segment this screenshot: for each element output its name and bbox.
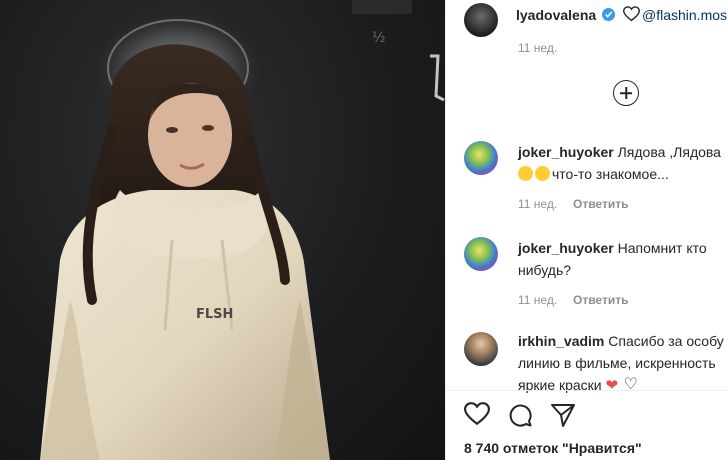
- comment-bubble-icon[interactable]: [507, 402, 533, 428]
- comment-body: Спасибо за особу: [608, 333, 724, 349]
- load-more-comments-button[interactable]: [613, 80, 639, 106]
- comment-avatar[interactable]: [464, 332, 498, 366]
- comment-username[interactable]: irkhin_vadim: [518, 333, 604, 349]
- thinking-face-emoji-icon: [535, 166, 550, 181]
- post-photo[interactable]: ½ FLSH: [0, 0, 445, 460]
- comment-body: Напомнит кто: [617, 240, 707, 256]
- heart-icon[interactable]: [463, 402, 491, 428]
- post-photo-illustration: ½ FLSH: [40, 0, 445, 460]
- owner-username[interactable]: lyadovalena: [516, 7, 596, 23]
- reply-button[interactable]: Ответить: [573, 293, 628, 307]
- verified-badge-icon: [602, 8, 615, 21]
- comment-avatar[interactable]: [464, 141, 498, 175]
- caption-mention-link[interactable]: @flashin.mos: [642, 7, 727, 23]
- comment-body: Лядова ,Лядова: [617, 144, 721, 160]
- actions-divider: [446, 390, 728, 391]
- comment-body-cont: нибудь?: [518, 262, 572, 278]
- hoodie-print: FLSH: [196, 307, 233, 322]
- comment-body-cont: линию в фильме, искренность: [518, 355, 716, 371]
- comment-time[interactable]: 11 нед.: [518, 197, 557, 211]
- reply-button[interactable]: Ответить: [573, 197, 628, 211]
- caption-time[interactable]: 11 нед.: [518, 41, 557, 55]
- comment-1-text: joker_huyoker Лядова ,Лядова что-то знак…: [518, 141, 728, 185]
- comment-username[interactable]: joker_huyoker: [518, 240, 614, 256]
- post-side-panel: lyadovalena @flashin.mos 11 нед. joker_h…: [445, 0, 728, 460]
- comment-avatar[interactable]: [464, 237, 498, 271]
- owner-avatar[interactable]: [464, 3, 498, 37]
- monocle-face-emoji-icon: [518, 166, 533, 181]
- comment-time[interactable]: 11 нед.: [518, 293, 557, 307]
- paper-plane-icon[interactable]: [550, 402, 576, 428]
- comment-body-cont: что-то знакомое...: [552, 166, 669, 182]
- comment-2-text: joker_huyoker Напомнит кто нибудь?: [518, 237, 728, 281]
- comment-3-text: irkhin_vadim Спасибо за особу линию в фи…: [518, 330, 728, 397]
- white-heart-emoji-icon: [623, 6, 640, 22]
- svg-text:½: ½: [372, 30, 386, 46]
- likes-count[interactable]: 8 740 отметок "Нравится": [464, 440, 642, 456]
- comment-username[interactable]: joker_huyoker: [518, 144, 614, 160]
